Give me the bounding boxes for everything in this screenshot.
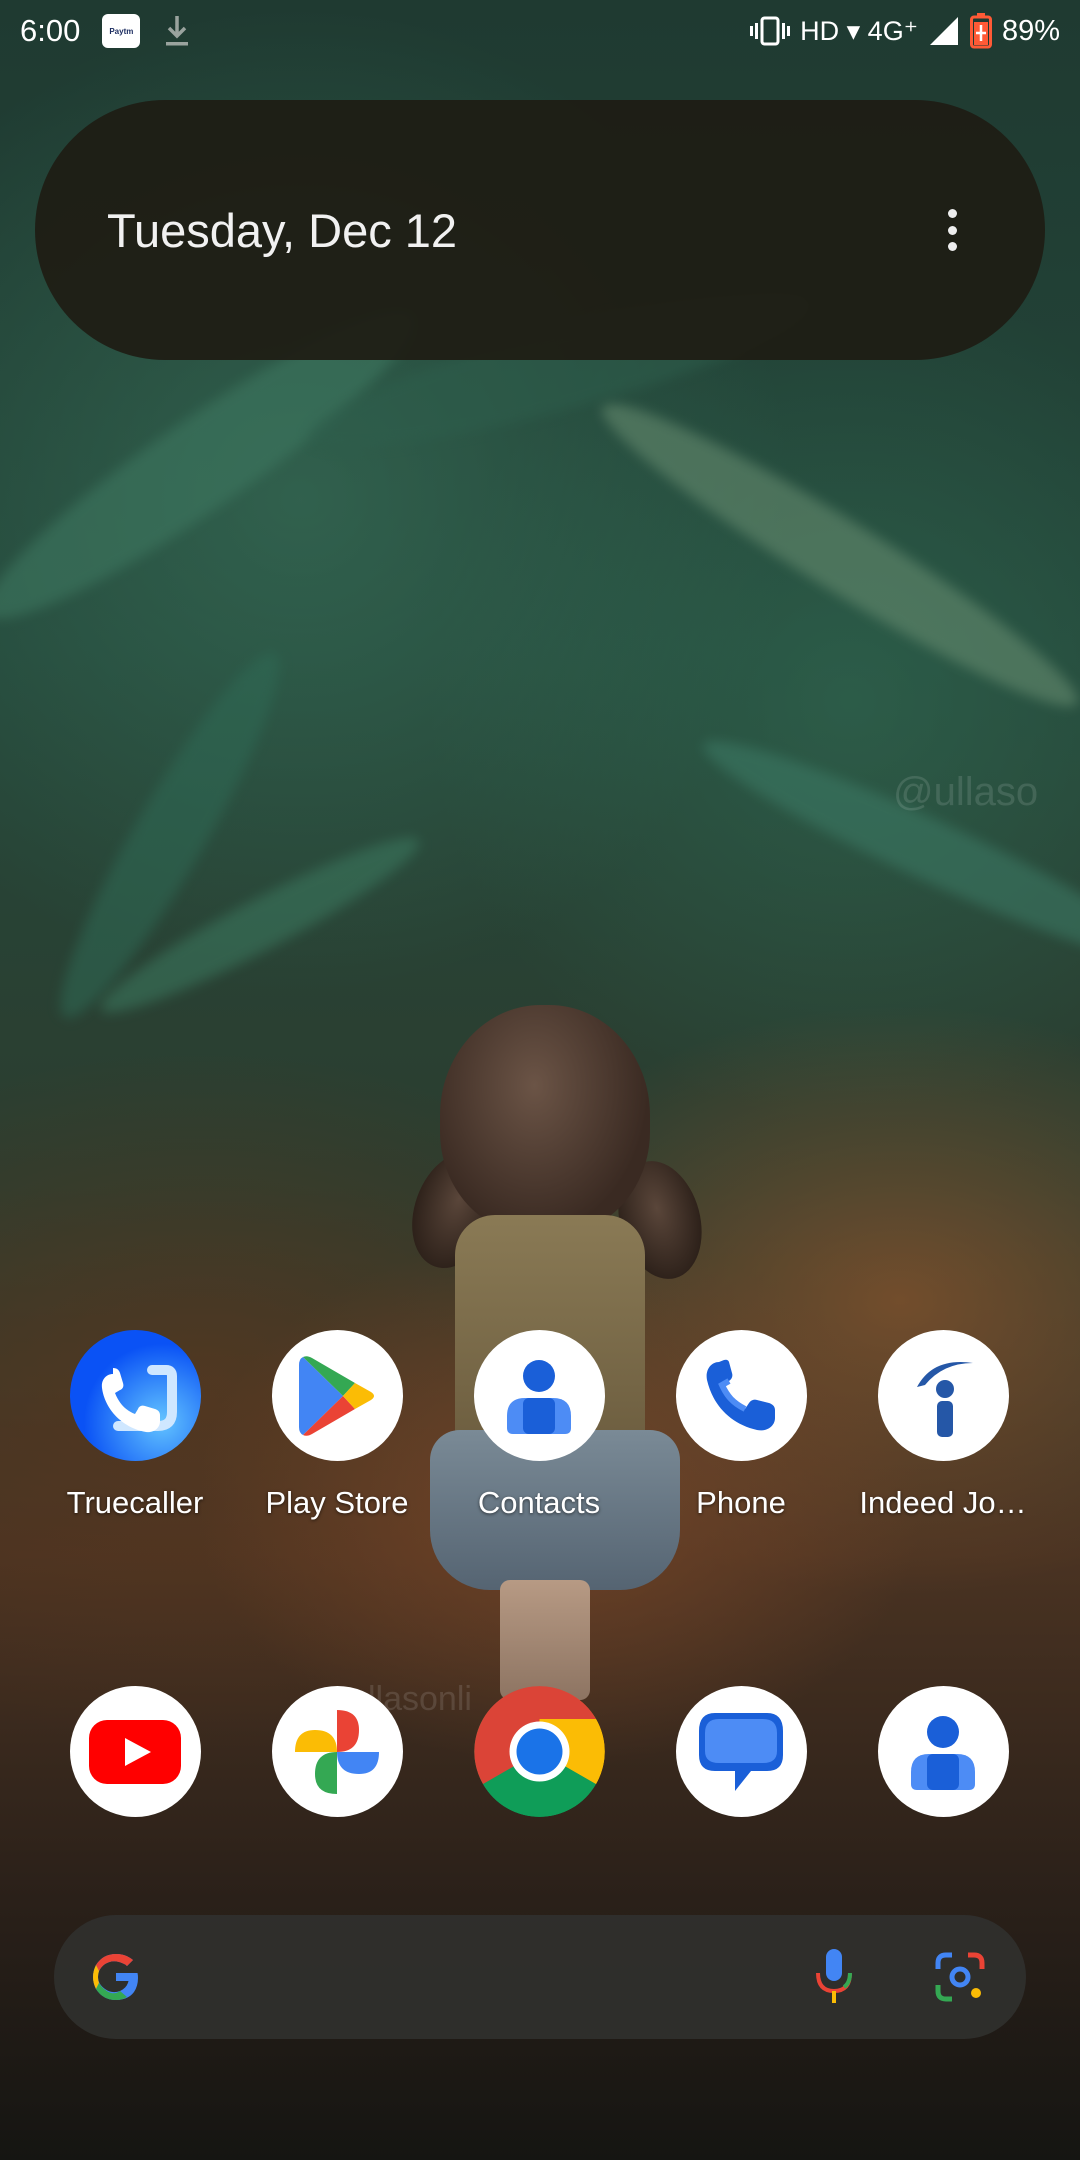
contacts-icon[interactable] [473,1330,605,1461]
paytm-icon: Paytm [102,14,141,48]
battery-icon [969,13,992,49]
app-label: Phone [696,1485,786,1520]
figurine-head [440,1005,650,1235]
google-photos-icon[interactable] [271,1686,403,1817]
youtube-icon[interactable] [69,1686,201,1817]
mic-icon[interactable] [814,1947,854,2007]
app-youtube[interactable] [34,1686,236,1817]
at-a-glance-widget[interactable]: Tuesday, Dec 12 [35,100,1045,360]
more-vert-icon[interactable] [937,203,967,257]
network-indicator: HD ▾ 4G⁺ [800,15,918,46]
app-truecaller[interactable]: Truecaller [34,1330,236,1521]
messages-icon[interactable] [675,1686,807,1817]
app-contacts-2[interactable] [842,1686,1044,1817]
phone-icon[interactable] [675,1330,807,1461]
figurine-legs [500,1580,590,1700]
app-contacts[interactable]: Contacts [438,1330,640,1521]
app-phone[interactable]: Phone [640,1330,842,1521]
google-g-icon[interactable] [86,1947,146,2007]
signal-icon [929,17,958,45]
app-label: Truecaller [66,1485,204,1520]
chrome-icon[interactable] [473,1686,605,1817]
battery-percent: 89% [1001,14,1060,47]
play-store-icon[interactable] [271,1330,403,1461]
app-label: Indeed Jo… [859,1485,1027,1520]
app-label: Play Store [265,1485,409,1520]
app-indeed[interactable]: Indeed Jo… [842,1330,1044,1521]
google-search-bar[interactable] [54,1915,1026,2039]
wallpaper-watermark: @ullaso [893,770,1039,814]
app-messages[interactable] [640,1686,842,1817]
status-time: 6:00 [20,13,81,48]
status-bar: 6:00 Paytm HD ▾ 4G⁺ 89% [0,0,1080,62]
contacts-icon[interactable] [877,1686,1009,1817]
app-google-photos[interactable] [236,1686,438,1817]
app-label: Contacts [477,1485,601,1520]
truecaller-icon[interactable] [69,1330,201,1461]
app-play-store[interactable]: Play Store [236,1330,438,1521]
download-icon [166,16,189,46]
lens-icon[interactable] [934,1951,986,2003]
vibrate-icon [750,16,791,46]
indeed-icon[interactable] [877,1330,1009,1461]
app-chrome[interactable] [438,1686,640,1817]
widget-date[interactable]: Tuesday, Dec 12 [107,203,457,258]
